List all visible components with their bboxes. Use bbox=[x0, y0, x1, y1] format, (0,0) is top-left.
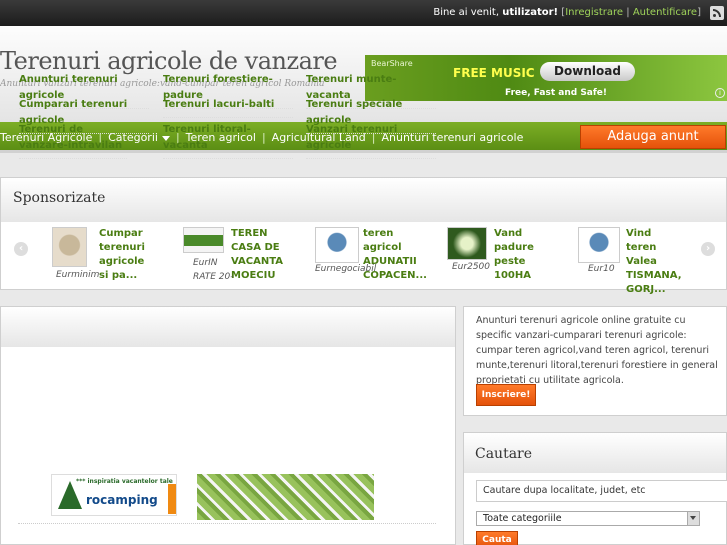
category-link[interactable]: Terenuri de vanzare-intravilan bbox=[19, 122, 127, 159]
sponsored-header bbox=[1, 178, 726, 222]
about-text: Anunturi terenuri agricole online gratui… bbox=[476, 315, 718, 386]
listing-thumbnail[interactable] bbox=[578, 227, 620, 263]
site-title[interactable]: Terenuri agricole de vanzare bbox=[0, 47, 338, 75]
categories-header bbox=[1, 307, 455, 347]
sponsored-title: Sponsorizate bbox=[13, 190, 106, 206]
banner-tagline: *** inspiratia vacantelor tale bbox=[76, 478, 173, 485]
rocamping-banner[interactable]: *** inspiratia vacantelor tale rocamping bbox=[51, 474, 177, 516]
listing-price: Eur2500 bbox=[452, 262, 490, 272]
welcome-text: Bine ai venit, bbox=[433, 7, 500, 18]
listing-title[interactable]: teren agricol ADUNATII COPACEN... bbox=[363, 227, 427, 283]
category-link[interactable]: Vanzari terenuri agricole bbox=[306, 122, 436, 159]
login-link[interactable]: Autentificare bbox=[633, 7, 697, 18]
signup-button[interactable]: Inscriere! bbox=[476, 384, 536, 406]
about-panel: Anunturi terenuri agricole online gratui… bbox=[463, 306, 727, 416]
listing-title[interactable]: Vind teren Valea TISMANA, GORJ... bbox=[626, 227, 682, 297]
category-link[interactable]: Terenuri litoral-vacanta bbox=[163, 122, 293, 159]
carousel-prev-button[interactable]: ‹ bbox=[14, 242, 28, 256]
listing-price: Eur10 bbox=[588, 264, 615, 274]
search-input[interactable]: Cautare dupa localitate, judet, etc bbox=[476, 480, 727, 502]
rss-icon[interactable] bbox=[710, 6, 724, 20]
listing-thumbnail[interactable] bbox=[52, 227, 87, 267]
listing-price: EurIN RATE 20- bbox=[193, 258, 234, 282]
ad-brand: BearShare bbox=[371, 59, 413, 68]
category-select[interactable]: Toate categoriile bbox=[476, 511, 700, 526]
tent-logo-icon bbox=[58, 481, 82, 509]
ad-subline: Free, Fast and Safe! bbox=[505, 88, 607, 98]
user-greeting: Bine ai venit, utilizator! [Inregistrare… bbox=[433, 7, 701, 18]
banner-brand: rocamping bbox=[86, 493, 158, 507]
category-select-value: Toate categoriile bbox=[483, 513, 562, 524]
add-listing-button[interactable]: Adauga anunt bbox=[580, 125, 726, 149]
sponsored-panel: Sponsorizate ‹ › Cumpar terenuri agricol… bbox=[0, 177, 727, 295]
topbar-separator: | bbox=[626, 7, 630, 18]
listing-price: Eurminim bbox=[56, 270, 100, 280]
search-title: Cautare bbox=[475, 446, 533, 462]
search-panel: Cautare Cautare dupa localitate, judet, … bbox=[463, 432, 727, 545]
listing-thumbnail[interactable] bbox=[315, 227, 359, 263]
bracket-close: ] bbox=[697, 7, 701, 18]
ad-headline: FREE MUSIC bbox=[453, 66, 535, 80]
listing-title[interactable]: Vand padure peste 100HA bbox=[494, 227, 554, 283]
ad-info-icon[interactable]: i bbox=[715, 88, 725, 98]
listing-thumbnail[interactable] bbox=[447, 227, 487, 260]
divider bbox=[18, 523, 436, 524]
listing-title[interactable]: TEREN CASA DE VACANTA MOECIU bbox=[231, 227, 287, 283]
carousel-next-button[interactable]: › bbox=[701, 242, 715, 256]
ad-download-button[interactable]: Download bbox=[540, 62, 635, 81]
register-link[interactable]: Inregistrare bbox=[565, 7, 623, 18]
trees-banner[interactable] bbox=[197, 474, 374, 520]
category-link[interactable]: Terenuri lacuri-balti bbox=[163, 97, 293, 118]
top-bar: Bine ai venit, utilizator! [Inregistrare… bbox=[0, 0, 727, 26]
chevron-down-icon[interactable] bbox=[687, 512, 699, 525]
listing-price: Eurnegociabil bbox=[315, 264, 377, 274]
username: utilizator! bbox=[502, 7, 559, 18]
listing-thumbnail[interactable] bbox=[183, 227, 224, 253]
search-button[interactable]: Cauta bbox=[476, 531, 518, 545]
listing-title[interactable]: Cumpar terenuri agricole si pa... bbox=[99, 227, 155, 283]
banner-accent bbox=[168, 484, 176, 514]
